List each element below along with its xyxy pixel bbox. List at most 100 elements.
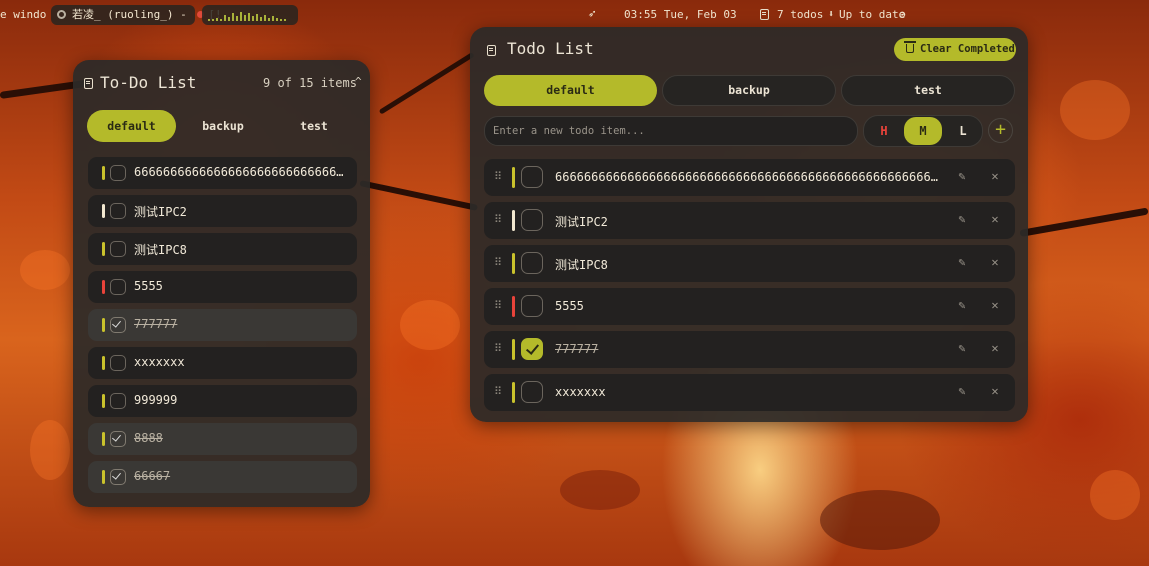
drag-handle-icon[interactable]: ⠿ [494, 213, 502, 226]
list-item[interactable]: 999999 [88, 385, 357, 417]
drag-handle-icon[interactable]: ⠿ [494, 170, 502, 183]
priority-indicator [512, 167, 515, 188]
delete-icon[interactable]: ✕ [987, 212, 1003, 226]
item-checkbox[interactable] [521, 338, 543, 360]
todo-row[interactable]: ⠿ xxxxxxx ✎ ✕ [484, 374, 1015, 411]
item-checkbox[interactable] [110, 165, 126, 181]
item-checkbox[interactable] [521, 295, 543, 317]
item-checkbox[interactable] [110, 393, 126, 409]
tab-default[interactable]: default [87, 110, 176, 142]
delete-icon[interactable]: ✕ [987, 341, 1003, 355]
item-checkbox[interactable] [521, 209, 543, 231]
list-item[interactable]: 6666666666666666666666666666666... [88, 157, 357, 189]
item-text: 测试IPC8 [134, 243, 187, 257]
item-text: 测试IPC2 [134, 205, 187, 219]
priority-indicator [102, 280, 105, 294]
todo-row[interactable]: ⠿ 777777 ✎ ✕ [484, 331, 1015, 368]
edit-icon[interactable]: ✎ [954, 384, 970, 398]
list-item[interactable]: 8888 [88, 423, 357, 455]
item-checkbox[interactable] [110, 241, 126, 257]
clear-completed-button[interactable]: Clear Completed [894, 38, 1016, 61]
audio-visualizer [202, 5, 298, 25]
new-todo-input[interactable]: Enter a new todo item... [484, 116, 858, 146]
item-checkbox[interactable] [110, 469, 126, 485]
item-text: 999999 [134, 393, 178, 407]
item-checkbox[interactable] [110, 203, 126, 219]
tab-default[interactable]: default [484, 75, 657, 106]
check-icon [112, 470, 121, 480]
media-widget[interactable]: 若凌_ (ruoling_) - [! [57, 6, 222, 24]
check-icon [112, 432, 121, 442]
tab-test[interactable]: test [841, 75, 1015, 106]
item-checkbox[interactable] [110, 355, 126, 371]
item-text: 6666666666666666666666666666666666666666… [555, 170, 945, 184]
priority-indicator [102, 242, 105, 256]
update-status[interactable]: Up to date [839, 6, 905, 24]
edit-icon[interactable]: ✎ [954, 255, 970, 269]
delete-icon[interactable]: ✕ [987, 298, 1003, 312]
item-checkbox[interactable] [110, 431, 126, 447]
priority-indicator [102, 432, 105, 446]
item-checkbox[interactable] [521, 166, 543, 188]
drag-handle-icon[interactable]: ⠿ [494, 385, 502, 398]
item-checkbox[interactable] [521, 252, 543, 274]
clear-completed-label: Clear Completed [920, 43, 1015, 55]
priority-high-button[interactable]: H [865, 117, 903, 145]
priority-indicator [512, 253, 515, 274]
check-circle-icon: ⊙ [899, 8, 906, 21]
delete-icon[interactable]: ✕ [987, 255, 1003, 269]
edit-icon[interactable]: ✎ [954, 298, 970, 312]
drag-handle-icon[interactable]: ⠿ [494, 342, 502, 355]
item-checkbox[interactable] [521, 381, 543, 403]
drag-handle-icon[interactable]: ⠿ [494, 256, 502, 269]
chevron-up-icon[interactable]: ^ [355, 75, 362, 88]
trash-icon [904, 41, 916, 53]
check-icon [112, 318, 121, 328]
priority-indicator [102, 394, 105, 408]
list-item[interactable]: 测试IPC8 [88, 233, 357, 265]
list-item[interactable]: 5555 [88, 271, 357, 303]
item-text: xxxxxxx [555, 385, 606, 399]
todo-list-icon [487, 45, 496, 56]
list-item[interactable]: 66667 [88, 461, 357, 493]
priority-indicator [102, 356, 105, 370]
priority-indicator [102, 318, 105, 332]
todos-count[interactable]: 7 todos [777, 6, 823, 24]
clock[interactable]: 03:55 Tue, Feb 03 [624, 6, 737, 24]
tab-backup[interactable]: backup [179, 110, 267, 142]
list-item[interactable]: xxxxxxx [88, 347, 357, 379]
right-todo-panel: Todo List Clear Completed default backup… [470, 27, 1028, 422]
item-text: xxxxxxx [134, 355, 185, 369]
edit-icon[interactable]: ✎ [954, 212, 970, 226]
delete-icon[interactable]: ✕ [987, 169, 1003, 183]
delete-icon[interactable]: ✕ [987, 384, 1003, 398]
priority-indicator [512, 210, 515, 231]
todo-row[interactable]: ⠿ 66666666666666666666666666666666666666… [484, 159, 1015, 196]
tab-backup[interactable]: backup [662, 75, 836, 106]
left-todo-panel: To-Do List 9 of 15 items ^ default backu… [73, 60, 370, 507]
priority-low-button[interactable]: L [944, 117, 982, 145]
update-arrow-icon: ⬇ [828, 9, 835, 20]
item-text: 5555 [555, 299, 584, 313]
item-text: 777777 [134, 317, 178, 331]
edit-icon[interactable]: ✎ [954, 341, 970, 355]
tab-test[interactable]: test [270, 110, 358, 142]
todo-row[interactable]: ⠿ 测试IPC2 ✎ ✕ [484, 202, 1015, 239]
todo-row[interactable]: ⠿ 5555 ✎ ✕ [484, 288, 1015, 325]
add-todo-button[interactable]: + [988, 118, 1013, 143]
item-checkbox[interactable] [110, 317, 126, 333]
list-item[interactable]: 777777 [88, 309, 357, 341]
priority-indicator [512, 339, 515, 360]
drag-handle-icon[interactable]: ⠿ [494, 299, 502, 312]
window-title[interactable]: e windo [0, 6, 46, 24]
list-item[interactable]: 测试IPC2 [88, 195, 357, 227]
item-checkbox[interactable] [110, 279, 126, 295]
media-icon [57, 10, 66, 19]
edit-icon[interactable]: ✎ [954, 169, 970, 183]
todo-list-icon [760, 8, 769, 26]
item-text: 6666666666666666666666666666666... [134, 165, 346, 179]
priority-medium-button[interactable]: M [904, 117, 942, 145]
priority-indicator [102, 166, 105, 180]
todo-row[interactable]: ⠿ 测试IPC8 ✎ ✕ [484, 245, 1015, 282]
item-text: 777777 [555, 342, 599, 356]
